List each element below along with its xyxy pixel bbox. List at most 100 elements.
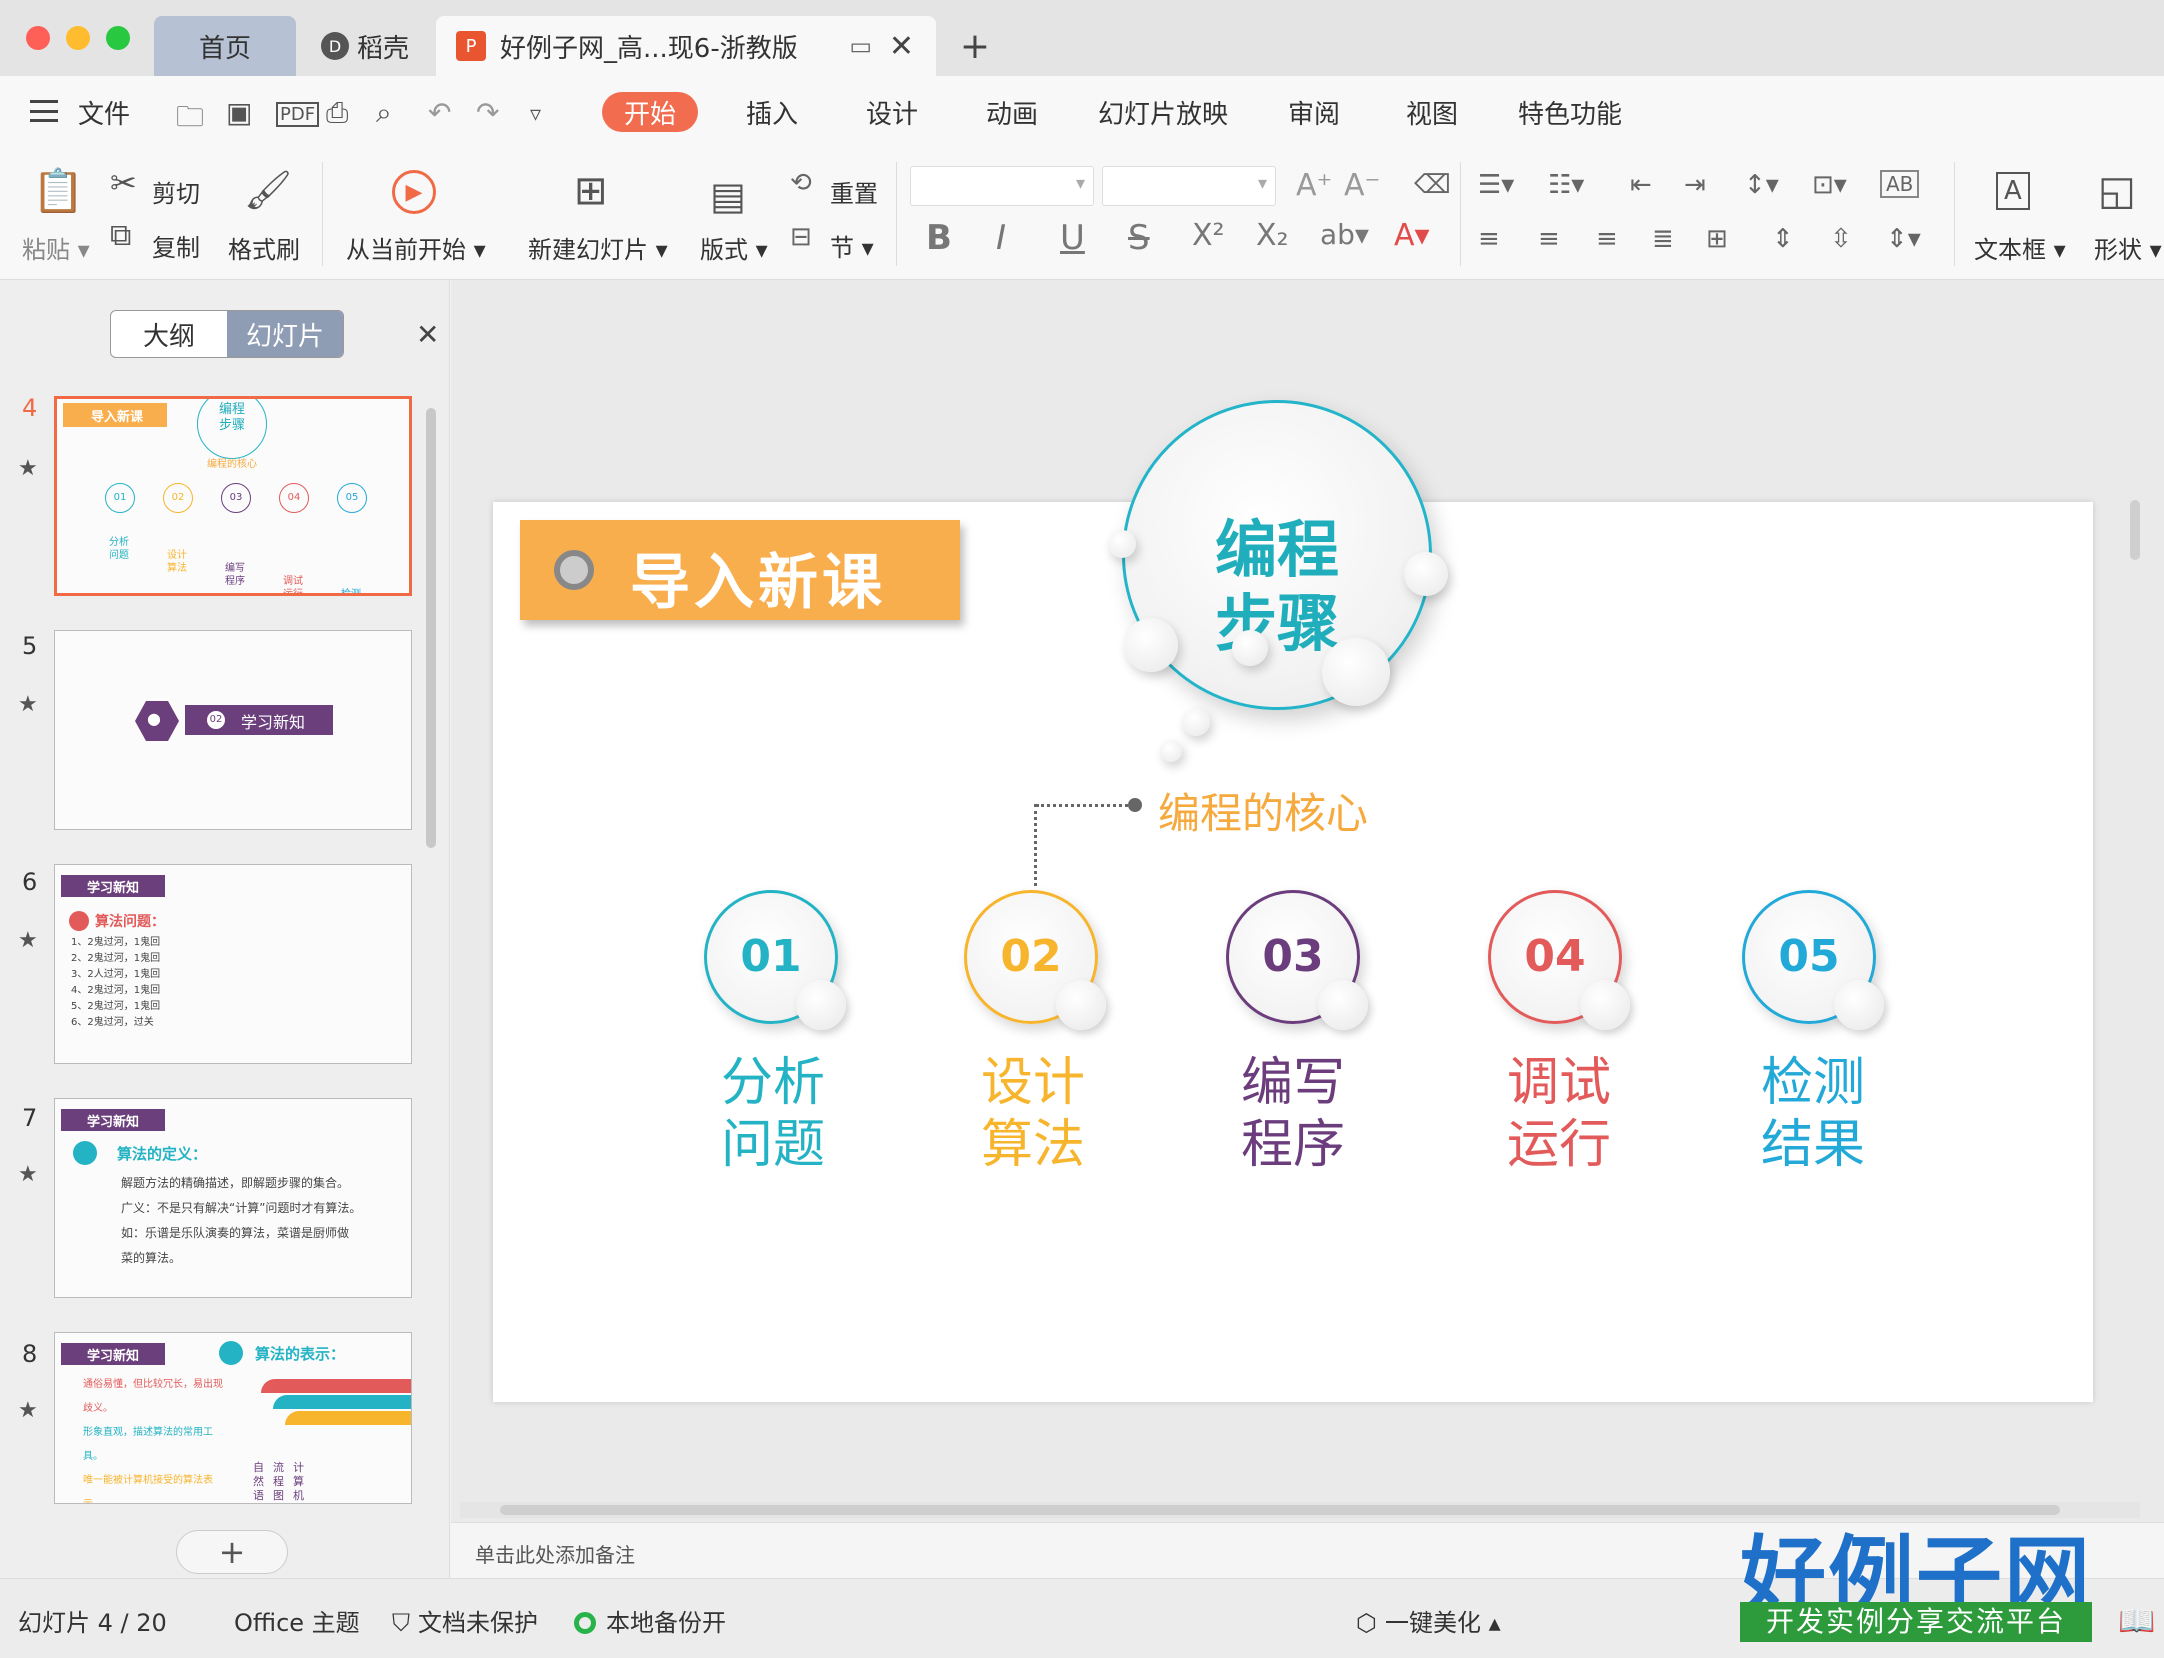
save-icon[interactable]: ▣ (226, 96, 252, 129)
export-pdf-icon[interactable]: PDF (276, 102, 320, 127)
one-click-beautify[interactable]: ⬡ 一键美化 ▴ (1356, 1603, 1501, 1638)
panel-scrollbar-thumb[interactable] (426, 408, 436, 848)
new-slide-button[interactable]: 新建幻灯片 ▾ (528, 230, 668, 265)
menu-file[interactable]: 文件 (78, 92, 130, 132)
menu-slideshow[interactable]: 幻灯片放映 (1098, 92, 1228, 132)
font-size-select[interactable] (1102, 166, 1276, 206)
zoom-window-button[interactable] (106, 26, 130, 50)
tab-document[interactable]: P 好例子网_高...现6-浙教版 ▭ ✕ (436, 16, 936, 76)
play-from-current-button[interactable]: 从当前开始 ▾ (346, 230, 486, 265)
close-tab-icon[interactable]: ✕ (889, 29, 914, 64)
slide-thumbnail-7[interactable]: 学习新知 算法的定义： 解题方法的精确描述，即解题步骤的集合。 广义：不是只有解… (54, 1098, 412, 1298)
docer-icon: D (320, 32, 349, 60)
align-left-icon[interactable]: ≡ (1478, 224, 1500, 254)
quick-access-dropdown-icon[interactable]: ▿ (530, 102, 541, 127)
format-painter-button[interactable]: 格式刷 (228, 230, 300, 265)
textbox-button[interactable]: 文本框 ▾ (1974, 230, 2066, 265)
italic-icon[interactable]: I (996, 218, 1006, 258)
panel-scrollbar[interactable] (424, 388, 438, 1508)
distribute-icon[interactable]: ⊞ (1706, 224, 1728, 254)
highlight-icon[interactable]: ab▾ (1320, 218, 1369, 251)
justify-icon[interactable]: ≣ (1652, 224, 1674, 254)
document-protection[interactable]: ⛉ 文档未保护 (392, 1603, 538, 1638)
scissors-icon[interactable]: ✂ (110, 164, 137, 202)
text-align-box-icon[interactable]: ⊡▾ (1812, 170, 1847, 200)
slide-thumbnail-6[interactable]: 学习新知 算法问题： 1、2鬼过河，1鬼回 2、2鬼过河，1鬼回 3、2人过河，… (54, 864, 412, 1064)
tab-slides[interactable]: 幻灯片 (227, 311, 343, 357)
add-slide-button[interactable]: + (176, 1530, 288, 1574)
decrease-font-icon[interactable]: A⁻ (1344, 168, 1380, 203)
tab-outline[interactable]: 大纲 (111, 311, 227, 357)
numbered-list-icon[interactable]: ☷▾ (1548, 170, 1584, 200)
new-slide-icon[interactable]: ⊞ (574, 168, 608, 214)
font-color-icon[interactable]: A▾ (1394, 218, 1430, 253)
format-painter-icon[interactable]: 🖌 (244, 168, 292, 213)
text-direction-icon[interactable]: ↕▾ (1744, 170, 1779, 200)
play-icon[interactable]: ▶ (392, 170, 436, 214)
redo-icon[interactable]: ↷ (476, 96, 499, 129)
monitor-icon[interactable]: ▭ (849, 32, 872, 60)
minimize-window-button[interactable] (66, 26, 90, 50)
close-panel-icon[interactable]: ✕ (416, 318, 439, 351)
hamburger-menu-icon[interactable] (30, 100, 58, 122)
close-window-button[interactable] (26, 26, 50, 50)
layout-button[interactable]: 版式 ▾ (700, 230, 768, 265)
slide-thumbnail-4[interactable]: 导入新课 编程 步骤 编程的核心 01 02 03 04 05 分析 问题 设计… (54, 396, 412, 596)
local-backup[interactable]: 本地备份开 (574, 1603, 726, 1638)
shape-label: 形状 (2094, 236, 2142, 264)
menu-insert[interactable]: 插入 (746, 92, 798, 132)
spacing-dropdown-icon[interactable]: ⇕▾ (1886, 224, 1921, 254)
open-folder-icon[interactable]: 🗀 (176, 96, 204, 144)
text-fit-icon[interactable]: AB (1880, 170, 1920, 198)
increase-indent-icon[interactable]: ⇥ (1684, 170, 1706, 200)
new-tab-button[interactable]: + (950, 16, 1000, 76)
section-button[interactable]: 节 ▾ (830, 228, 874, 263)
editor-vertical-scrollbar[interactable] (2128, 300, 2142, 1490)
reading-mode-icon[interactable]: 📖 (2118, 1604, 2155, 1639)
menu-animation[interactable]: 动画 (986, 92, 1038, 132)
align-center-icon[interactable]: ≡ (1538, 224, 1560, 254)
cut-button[interactable]: 剪切 (152, 174, 200, 209)
thumb-step: 01 (105, 483, 135, 513)
menu-special[interactable]: 特色功能 (1518, 92, 1622, 132)
copy-button[interactable]: 复制 (152, 228, 200, 263)
reset-icon[interactable]: ⟲ (790, 168, 812, 198)
menu-review[interactable]: 审阅 (1288, 92, 1340, 132)
menu-view[interactable]: 视图 (1406, 92, 1458, 132)
paragraph-spacing-icon[interactable]: ⇳ (1830, 224, 1852, 254)
textbox-icon[interactable]: A (1996, 172, 2030, 210)
undo-icon[interactable]: ↶ (428, 96, 451, 129)
underline-icon[interactable]: U (1060, 218, 1085, 258)
shape-button[interactable]: 形状 ▾ (2094, 230, 2162, 265)
strikethrough-icon[interactable]: S (1128, 218, 1150, 258)
section-icon[interactable]: ⊟ (790, 222, 812, 252)
clear-format-icon[interactable]: ⌫ (1414, 170, 1451, 200)
decrease-indent-icon[interactable]: ⇤ (1630, 170, 1652, 200)
superscript-icon[interactable]: X² (1192, 218, 1225, 253)
tab-home[interactable]: 首页 (154, 16, 296, 76)
increase-font-icon[interactable]: A⁺ (1296, 168, 1332, 203)
bullet-list-icon[interactable]: ☰▾ (1478, 170, 1514, 200)
slide-thumbnail-8[interactable]: 学习新知 算法的表示： 通俗易懂，但比较冗长，易出现歧义。 形象直观，描述算法的… (54, 1332, 412, 1504)
slide-thumbnail-5[interactable]: ● 02 学习新知 (54, 630, 412, 830)
bold-icon[interactable]: B (926, 218, 952, 258)
subscript-icon[interactable]: X₂ (1256, 218, 1289, 253)
reset-button[interactable]: 重置 (830, 174, 878, 209)
print-icon[interactable]: ⎙ (326, 96, 348, 130)
paste-icon[interactable]: 📋 (32, 166, 84, 216)
editor-vertical-scrollbar-thumb[interactable] (2130, 500, 2140, 560)
tab-docer[interactable]: D 稻壳 (300, 16, 430, 76)
paste-button[interactable]: 粘贴 ▾ (22, 230, 90, 265)
font-family-select[interactable] (910, 166, 1094, 206)
line-spacing-icon[interactable]: ⇕ (1772, 224, 1794, 254)
print-preview-icon[interactable]: ⌕ (376, 96, 392, 130)
copy-icon[interactable]: ⧉ (110, 218, 131, 253)
thumb-col: 自然语言 (253, 1461, 264, 1502)
menu-design[interactable]: 设计 (866, 92, 918, 132)
banner-import-lesson[interactable]: 导入新课 (520, 520, 960, 620)
layout-icon[interactable]: ▤ (710, 174, 746, 218)
shape-icon[interactable]: ◱ (2098, 168, 2136, 214)
theme-name[interactable]: Office 主题 (234, 1603, 360, 1638)
menu-home[interactable]: 开始 (602, 92, 699, 132)
align-right-icon[interactable]: ≡ (1596, 224, 1618, 254)
